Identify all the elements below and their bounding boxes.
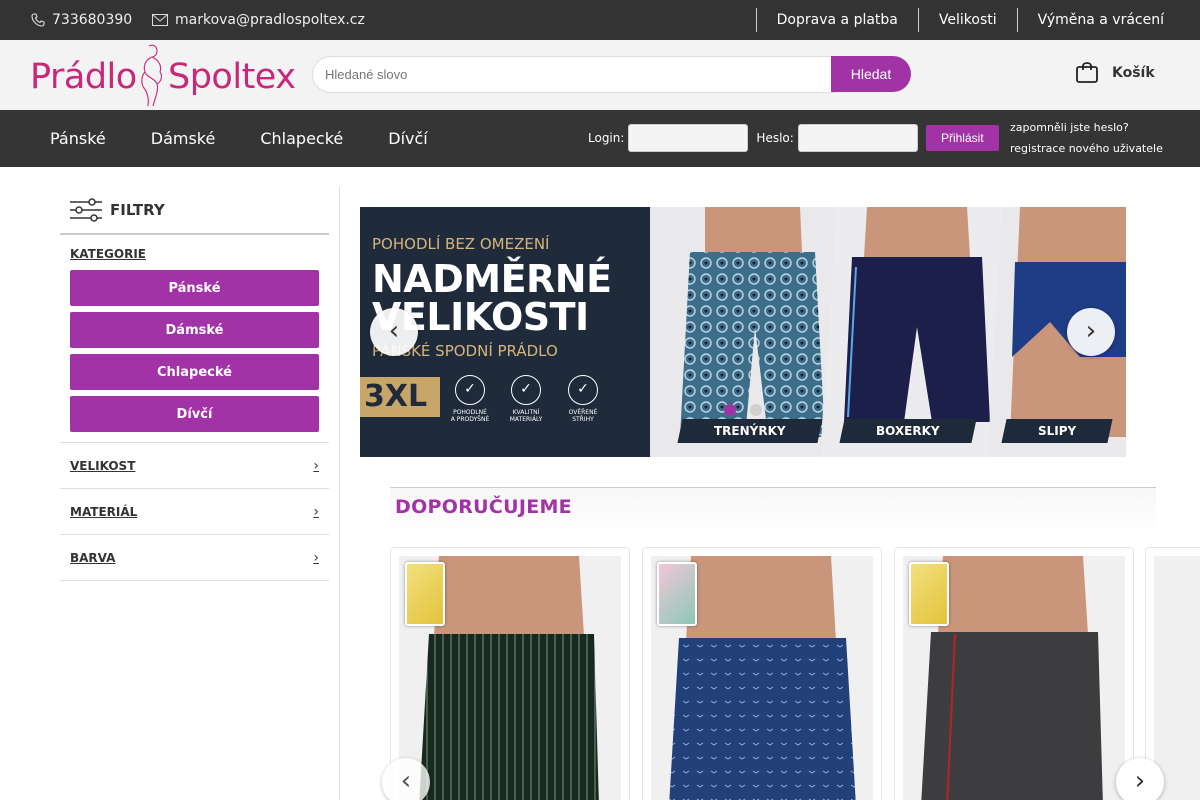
login-links: zapomněli jste heslo? registrace nového … [1010, 117, 1163, 159]
chevron-right-icon: › [313, 457, 319, 474]
search-input[interactable] [312, 56, 837, 93]
nav-item-girls[interactable]: Dívčí [388, 129, 427, 148]
phone-icon [31, 13, 45, 27]
chevron-right-icon: › [313, 549, 319, 566]
nav-item-women[interactable]: Dámské [151, 129, 216, 148]
category-girls-button[interactable]: Dívčí [70, 396, 319, 432]
link-returns[interactable]: Výměna a vrácení [1016, 8, 1184, 32]
filters-title: FILTRY [110, 201, 165, 219]
recommended-header: DOPORUČUJEME [390, 487, 1156, 535]
logo-text-1: Prádlo [30, 57, 137, 97]
category-men-button[interactable]: Pánské [70, 270, 319, 306]
forgot-password-link[interactable]: zapomněli jste heslo? [1010, 117, 1163, 138]
phone-contact[interactable]: 733680390 [31, 0, 132, 40]
recommended-prev-arrow[interactable]: ‹ [382, 758, 430, 800]
filter-sidebar: FILTRY KATEGORIE Pánské Dámské Chlapecké… [60, 187, 340, 800]
carousel-dot[interactable] [750, 404, 762, 416]
email-contact[interactable]: markova@pradlospoltex.cz [152, 0, 365, 40]
logo-text-2: Spoltex [168, 57, 296, 97]
product-card[interactable] [390, 547, 630, 800]
banner-panel-boxer-briefs[interactable]: BOXERKY [822, 207, 1002, 457]
facet-color-label: BARVA [70, 550, 116, 565]
material-badge-cotton [657, 562, 697, 626]
facet-size-label: VELIKOST [70, 458, 136, 473]
top-links: Doprava a platba Velikosti Výměna a vrác… [755, 8, 1184, 32]
panel-label-trunks: TRENÝRKY [677, 419, 823, 443]
banner-prev-arrow[interactable]: ‹ [370, 308, 418, 356]
category-boys-button[interactable]: Chlapecké [70, 354, 319, 390]
top-bar: 733680390 markova@pradlospoltex.cz Dopra… [0, 0, 1200, 40]
check-icon: ✓ [455, 375, 485, 405]
feature-cuts: ✓ OVĚŘENÉ STŘIHY [553, 375, 613, 423]
login-label: Login: [588, 131, 625, 145]
panel-label-briefs: SLIPY [1001, 419, 1113, 443]
banner-size-badge: 3XL [360, 377, 440, 417]
password-input[interactable] [797, 124, 918, 152]
link-sizes[interactable]: Velikosti [917, 8, 1017, 32]
header: Prádlo Spoltex Hledat Košík [0, 40, 1200, 110]
search-button[interactable]: Hledat [831, 56, 911, 92]
search-bar: Hledat [312, 56, 912, 93]
check-icon: ✓ [568, 375, 598, 405]
link-shipping-payment[interactable]: Doprava a platba [755, 8, 918, 32]
recommended-title: DOPORUČUJEME [395, 496, 572, 518]
facet-divider [60, 580, 329, 581]
password-label: Heslo: [756, 131, 794, 145]
filter-sliders-icon [70, 198, 102, 222]
chevron-right-icon: › [313, 503, 319, 520]
nav-item-boys[interactable]: Chlapecké [260, 129, 343, 148]
check-icon: ✓ [511, 375, 541, 405]
product-card[interactable] [642, 547, 882, 800]
main-nav: Pánské Dámské Chlapecké Dívčí [50, 110, 473, 167]
panel-label-boxers: BOXERKY [839, 419, 977, 443]
banner-next-arrow[interactable]: › [1067, 308, 1115, 356]
register-link[interactable]: registrace nového uživatele [1010, 138, 1163, 159]
email-address: markova@pradlospoltex.cz [175, 12, 365, 28]
login-input[interactable] [628, 124, 749, 152]
category-label: KATEGORIE [70, 247, 146, 261]
mail-icon [152, 14, 168, 26]
material-badge-bamboo [405, 562, 445, 626]
shopping-bag-icon [1076, 62, 1098, 83]
logo[interactable]: Prádlo Spoltex [30, 40, 300, 110]
facet-material-label: MATERIÁL [70, 504, 138, 519]
banner-kicker: POHODLÍ BEZ OMEZENÍ [372, 235, 550, 253]
banner-panel-boxers-shorts[interactable]: TRENÝRKY [650, 207, 835, 457]
login-button[interactable]: Přihlásit [925, 125, 999, 151]
logo-figure-icon [141, 44, 162, 107]
facet-material[interactable]: MATERIÁL › [60, 488, 329, 534]
cart-label: Košík [1112, 65, 1155, 81]
hero-banner[interactable]: POHODLÍ BEZ OMEZENÍ NADMĚRNÉ VELIKOSTI P… [360, 207, 1126, 457]
facet-size[interactable]: VELIKOST › [60, 442, 329, 488]
nav-item-men[interactable]: Pánské [50, 129, 106, 148]
product-card[interactable] [894, 547, 1134, 800]
cart-button[interactable]: Košík [1075, 62, 1155, 84]
filters-header: FILTRY [60, 187, 329, 235]
category-women-button[interactable]: Dámské [70, 312, 319, 348]
phone-number: 733680390 [52, 12, 133, 28]
product-photo [1154, 556, 1200, 800]
login-form: Login: Heslo: Přihlásit [588, 124, 999, 152]
facet-color[interactable]: BARVA › [60, 534, 329, 580]
feature-breathable: ✓ POHODLNÉ A PRODYŠNÉ [440, 375, 500, 423]
feature-materials: ✓ KVALITNÍ MATERIÁLY [496, 375, 556, 423]
recommended-next-arrow[interactable]: › [1116, 758, 1164, 800]
carousel-dot[interactable] [724, 404, 736, 416]
material-badge-bamboo [909, 562, 949, 626]
